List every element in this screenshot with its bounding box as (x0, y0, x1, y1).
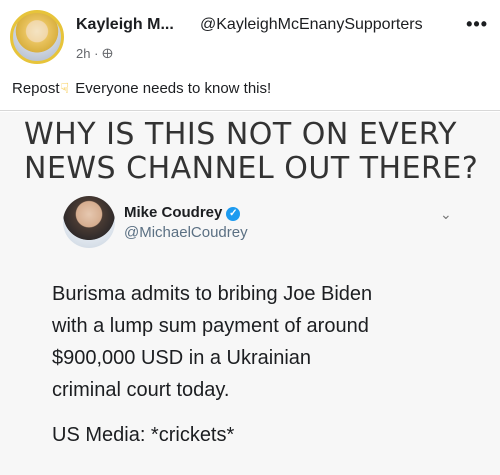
post-text-body: Everyone needs to know this! (75, 80, 272, 97)
separator: · (94, 46, 103, 61)
chevron-down-icon: ⌄ (440, 206, 452, 222)
tweet-body-line: criminal court today. (52, 379, 230, 401)
public-icon: 🜨 (102, 46, 113, 61)
tweet-author-label: Mike Coudrey (124, 204, 223, 221)
tweet-author-handle: @MichaelCoudrey (124, 224, 248, 241)
point-down-icon: ☟ (60, 80, 70, 96)
tweet-body: Burisma admits to bribing Joe Biden with… (52, 278, 472, 406)
author-handle[interactable]: @KayleighMcEnanySupporters (200, 16, 423, 34)
post-meta: 2h · 🜨 (76, 40, 113, 66)
tweet-author-name: Mike Coudrey ✓ (124, 204, 241, 221)
divider (0, 110, 500, 111)
tweet-body-line: with a lump sum payment of around (52, 315, 369, 337)
more-icon[interactable]: ••• (466, 14, 488, 35)
post-time[interactable]: 2h (76, 46, 90, 61)
verified-badge-icon: ✓ (226, 207, 241, 221)
post-text-prefix: Repost (12, 80, 60, 97)
author-avatar[interactable] (10, 10, 64, 64)
image-headline: WHY IS THIS NOT ON EVERY NEWS CHANNEL OU… (24, 117, 479, 186)
tweet-body-line: Burisma admits to bribing Joe Biden (52, 283, 373, 305)
tweet-avatar (63, 196, 115, 248)
post-text: Repost☟ Everyone needs to know this! (12, 80, 271, 97)
author-name[interactable]: Kayleigh M... (76, 16, 174, 34)
post-header: Kayleigh M... @KayleighMcEnanySupporters… (10, 8, 490, 64)
tweet-footer: US Media: *crickets* (52, 424, 235, 446)
tweet-body-line: $900,000 USD in a Ukrainian (52, 347, 312, 369)
